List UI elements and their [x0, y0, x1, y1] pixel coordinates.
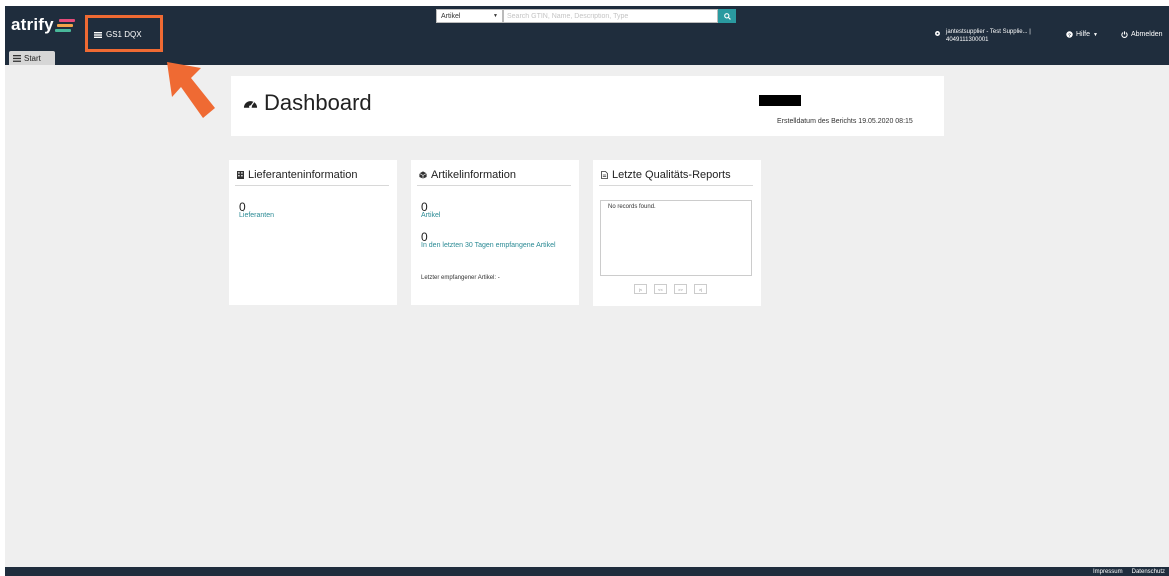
quality-reports-panel: Letzte Qualitäts-Reports No records foun…	[593, 160, 761, 306]
help-menu[interactable]: ? Hilfe ▼	[1066, 31, 1098, 38]
gs1-dqx-label: GS1 DQX	[106, 30, 142, 39]
supplier-panel-title: Lieferanteninformation	[237, 169, 357, 181]
next-page-button[interactable]: >>	[674, 284, 687, 294]
article-info-panel: Artikelinformation 0 Artikel 0 In den le…	[411, 160, 579, 305]
quality-panel-label: Letzte Qualitäts-Reports	[612, 169, 731, 181]
search-input[interactable]	[503, 9, 718, 23]
previous-page-button[interactable]: <<	[654, 284, 667, 294]
caret-down-icon: ▼	[1093, 31, 1098, 38]
logout-button[interactable]: Abmelden	[1121, 31, 1163, 38]
top-navigation-bar: atrify Start GS1 DQX Artikel ▼ Search GT…	[5, 6, 1169, 65]
quality-panel-title: Letzte Qualitäts-Reports	[601, 169, 731, 181]
supplier-info-panel: Lieferanteninformation 0 Lieferanten	[229, 160, 397, 305]
quality-reports-table: No records found.	[600, 200, 752, 276]
logo-stripes-icon	[55, 19, 75, 33]
cube-icon	[419, 171, 427, 179]
question-circle-icon: ?	[1066, 31, 1073, 38]
annotation-arrow	[167, 62, 215, 118]
gear-icon	[935, 31, 940, 36]
divider	[599, 185, 753, 186]
search-type-select[interactable]: Artikel ▼	[436, 9, 503, 23]
app-frame: atrify Start GS1 DQX Artikel ▼ Search GT…	[5, 6, 1169, 576]
articles-link[interactable]: Artikel	[421, 212, 440, 220]
pagination: |< << >> >|	[634, 284, 707, 294]
supplier-panel-label: Lieferanteninformation	[248, 169, 358, 181]
dashboard-title: Dashboard	[264, 90, 372, 115]
search-button[interactable]	[718, 9, 736, 23]
footer-links: Impressum Datenschutz	[1093, 569, 1165, 575]
imprint-link[interactable]: Impressum	[1093, 569, 1123, 575]
footer: Impressum Datenschutz	[5, 567, 1169, 576]
article-panel-title: Artikelinformation	[419, 169, 516, 181]
building-icon	[237, 171, 244, 179]
power-icon	[1121, 31, 1128, 38]
logout-label: Abmelden	[1131, 31, 1163, 38]
privacy-link[interactable]: Datenschutz	[1132, 569, 1165, 575]
last-page-button[interactable]: >|	[694, 284, 707, 294]
start-tab[interactable]: Start	[9, 51, 55, 65]
chevron-down-icon: ▼	[493, 13, 498, 19]
page-title: Dashboard	[243, 90, 372, 116]
first-page-button[interactable]: |<	[634, 284, 647, 294]
start-tab-label: Start	[24, 53, 41, 63]
document-icon	[601, 171, 608, 179]
search-bar: Artikel ▼	[436, 9, 736, 23]
user-gln: 4049111300001	[946, 37, 989, 43]
search-type-value: Artikel	[441, 12, 461, 20]
last-received-article: Letzter empfangener Artikel: -	[421, 275, 500, 281]
dashboard-header-card: Dashboard Erstelldatum des Berichts 19.0…	[231, 76, 944, 136]
atrify-logo[interactable]: atrify	[11, 15, 54, 35]
redacted-block	[759, 95, 801, 106]
user-name: jantestsupplier - Test Supplie... |	[946, 29, 1031, 35]
divider	[235, 185, 389, 186]
recent-articles-link[interactable]: In den letzten 30 Tagen empfangene Artik…	[421, 242, 571, 250]
suppliers-link[interactable]: Lieferanten	[239, 212, 274, 220]
user-menu[interactable]: jantestsupplier - Test Supplie... | 4049…	[934, 28, 1031, 44]
help-label: Hilfe	[1076, 31, 1091, 38]
gs1-dqx-menu[interactable]: GS1 DQX	[94, 30, 142, 39]
svg-text:?: ?	[1068, 32, 1071, 38]
menu-icon	[13, 54, 21, 62]
report-date: Erstelldatum des Berichts 19.05.2020 08:…	[777, 118, 913, 125]
article-panel-label: Artikelinformation	[431, 169, 516, 181]
list-icon	[94, 31, 102, 38]
dashboard-icon	[243, 101, 258, 109]
search-icon	[723, 12, 731, 20]
logo-text: atrify	[11, 15, 54, 34]
divider	[417, 185, 571, 186]
empty-message: No records found.	[608, 204, 656, 210]
